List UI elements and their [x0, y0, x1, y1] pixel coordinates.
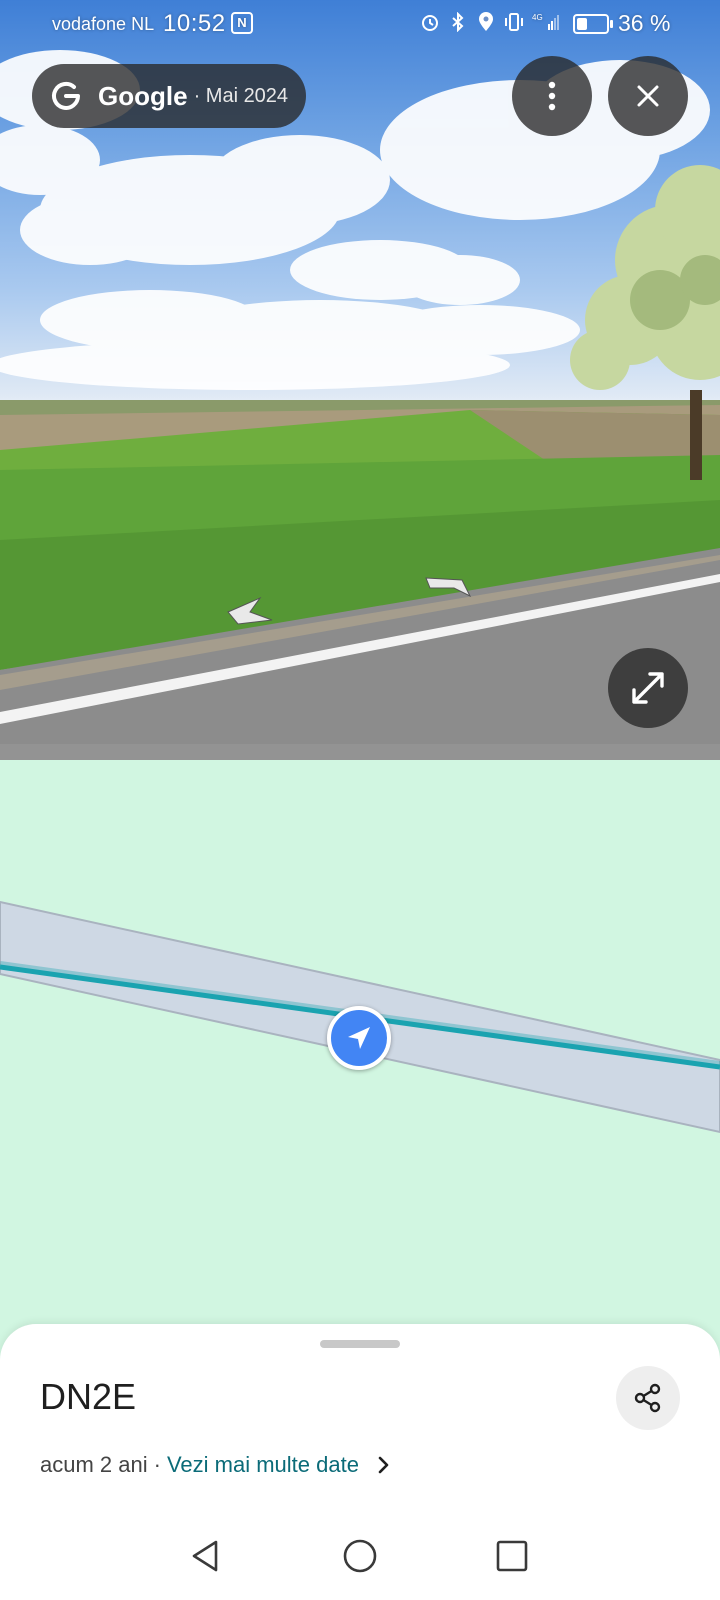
imagery-age: acum 2 ani — [40, 1452, 148, 1477]
place-bottom-sheet[interactable]: DN2E acum 2 ani · Vezi mai multe date — [0, 1324, 720, 1600]
svg-text:4G: 4G — [532, 13, 543, 22]
google-g-icon — [52, 81, 80, 110]
vibrate-icon — [505, 13, 523, 31]
nfc-icon: N — [231, 12, 253, 34]
location-icon — [479, 12, 493, 31]
location-marker[interactable] — [327, 1006, 391, 1070]
clock: 10:52 — [163, 10, 226, 37]
system-nav-bar — [0, 1520, 720, 1600]
recents-button[interactable] — [490, 1534, 534, 1578]
close-button[interactable] — [608, 56, 688, 136]
carrier-label: vodafone NL — [52, 14, 155, 34]
share-icon — [634, 1383, 661, 1413]
more-options-button[interactable] — [512, 56, 592, 136]
fullscreen-button[interactable] — [608, 648, 688, 728]
chevron-right-icon[interactable] — [373, 1455, 393, 1475]
place-title: DN2E — [40, 1376, 137, 1417]
share-button[interactable] — [616, 1366, 680, 1430]
expand-icon — [632, 672, 664, 704]
provider-label: Google — [98, 80, 188, 111]
imagery-date-chip[interactable]: Google · Mai 2024 — [32, 64, 306, 128]
status-bar: vodafone NL 10:52 N 4G 36 % — [0, 0, 720, 48]
more-vertical-icon — [548, 81, 556, 111]
bluetooth-icon — [452, 12, 464, 32]
battery-percent: 36 % — [618, 10, 671, 36]
close-icon — [637, 85, 659, 107]
imagery-meta-row: acum 2 ani · Vezi mai multe date — [40, 1452, 393, 1478]
battery-icon — [573, 14, 613, 34]
sheet-drag-handle[interactable] — [320, 1340, 400, 1348]
recents-square-icon — [496, 1540, 528, 1572]
navigation-arrow-icon — [348, 1027, 370, 1049]
capture-date: · Mai 2024 — [193, 84, 289, 107]
alarm-icon — [422, 15, 438, 31]
more-dates-link[interactable]: Vezi mai multe date — [167, 1452, 359, 1478]
signal-4g-icon: 4G — [532, 13, 559, 30]
meta-separator: · — [153, 1452, 161, 1477]
back-button[interactable] — [184, 1534, 228, 1578]
home-button[interactable] — [338, 1534, 382, 1578]
street-view-panorama[interactable]: vodafone NL 10:52 N 4G 36 % Google · Mai… — [0, 0, 720, 760]
home-circle-icon — [343, 1539, 377, 1573]
back-triangle-icon — [192, 1540, 218, 1572]
